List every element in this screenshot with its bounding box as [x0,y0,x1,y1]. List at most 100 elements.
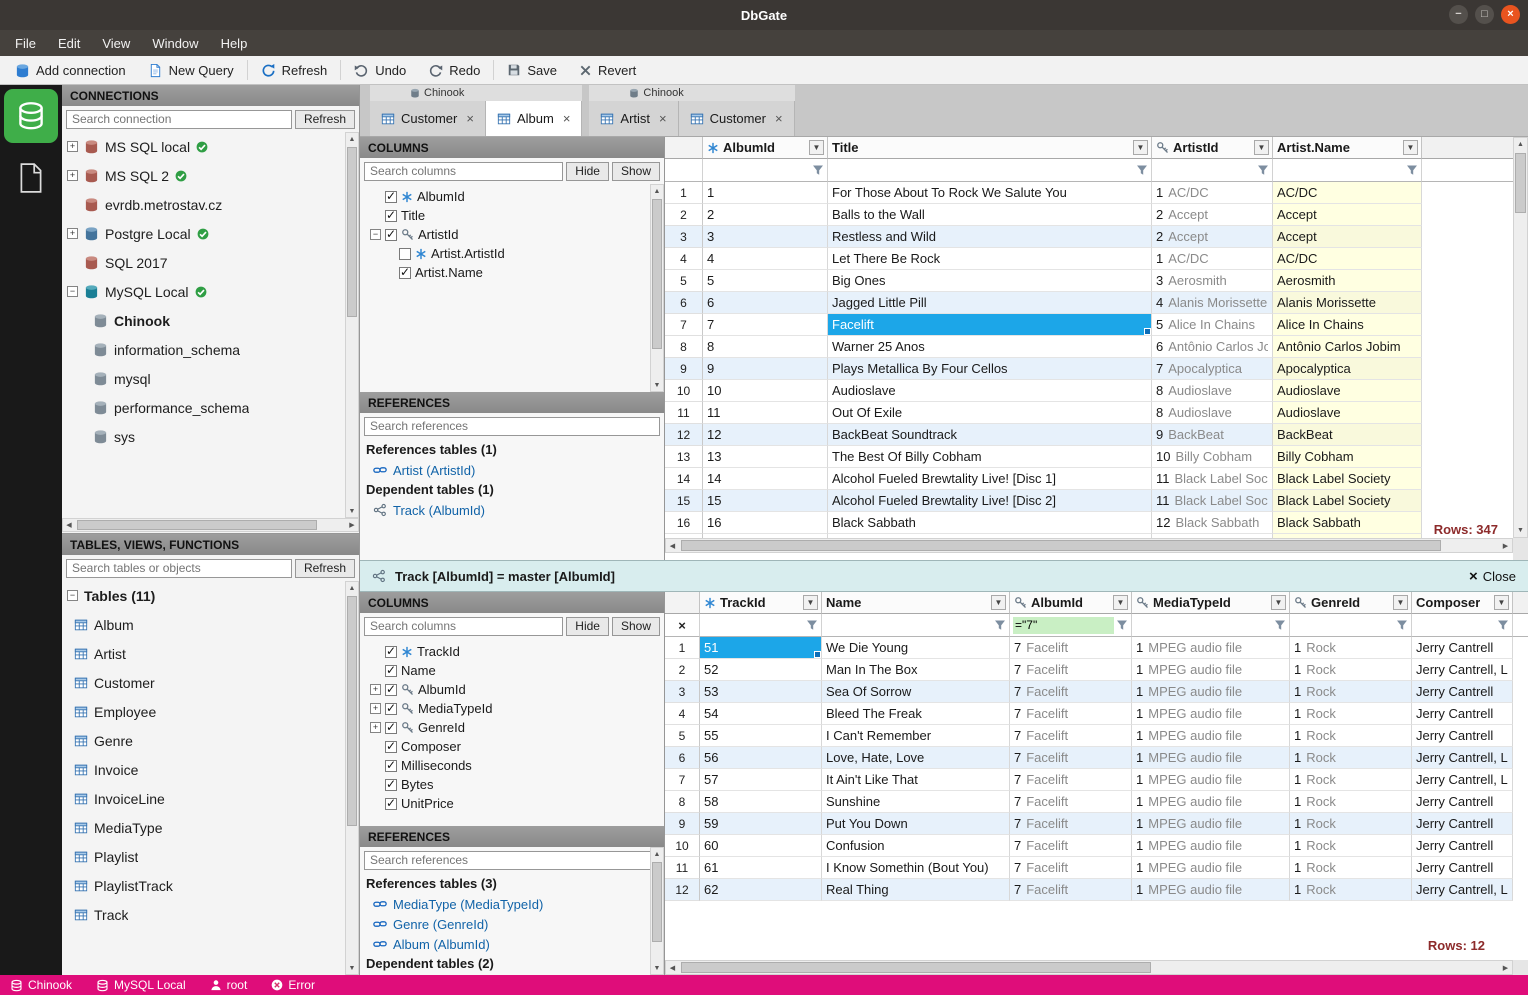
database-nav-icon[interactable] [4,89,58,143]
column-item[interactable]: Milliseconds [360,756,651,775]
table-item-invoiceline[interactable]: InvoiceLine [62,784,345,813]
vertical-scrollbar[interactable]: ▲ ▼ [345,132,359,518]
horizontal-scrollbar[interactable]: ◀ ▶ [62,518,359,532]
grid-cell[interactable]: 11 [703,402,828,424]
connection-item[interactable]: + Postgre Local [62,219,345,248]
row-number-cell[interactable]: 11 [665,402,703,424]
row-number-cell[interactable]: 8 [665,336,703,358]
reference-link[interactable]: Artist (ArtistId) [360,460,660,480]
grid-cell[interactable]: 1 Rock [1290,879,1412,901]
grid-cell[interactable]: Jerry Cantrell [1412,703,1513,725]
column-header-mediatypeid[interactable]: MediaTypeId ▼ [1132,592,1290,614]
scrollbar-thumb[interactable] [347,147,357,317]
column-menu-button[interactable]: ▼ [1254,140,1269,155]
column-checkbox[interactable] [385,227,397,241]
filter-input[interactable] [825,616,992,634]
column-menu-button[interactable]: ▼ [803,595,818,610]
grid-cell[interactable]: Big Ones [828,270,1152,292]
row-number-cell[interactable]: 14 [665,468,703,490]
scroll-up-arrow[interactable]: ▲ [346,582,358,594]
tab-artist[interactable]: Artist × [589,101,679,136]
grid-cell[interactable]: Alice In Chains [1273,314,1422,336]
grid-cell[interactable]: 2 Accept [1152,204,1273,226]
grid-cell[interactable]: Audioslave [828,380,1152,402]
scroll-up-arrow[interactable]: ▲ [1514,138,1527,151]
grid-cell[interactable]: 7 [703,314,828,336]
table-item-invoice[interactable]: Invoice [62,755,345,784]
grid-cell[interactable]: Facelift [828,314,1152,336]
grid-cell[interactable]: Jagged Little Pill [828,292,1152,314]
grid-cell[interactable]: 1 AC/DC [1152,182,1273,204]
tab-customer[interactable]: Customer × [678,101,795,136]
connection-item[interactable]: evrdb.metrostav.cz [62,190,345,219]
grid-cell[interactable]: 1 MPEG audio file [1132,725,1290,747]
row-number-cell[interactable]: 6 [665,747,700,769]
row-number-cell[interactable]: 4 [665,248,703,270]
grid-cell[interactable]: 2 [703,204,828,226]
grid-cell[interactable]: 6 [703,292,828,314]
row-number-cell[interactable]: 11 [665,857,700,879]
menu-view[interactable]: View [91,33,141,54]
column-menu-button[interactable]: ▼ [1113,595,1128,610]
horizontal-scrollbar[interactable]: ◀ ▶ [665,960,1513,975]
column-checkbox[interactable] [385,720,397,734]
row-number-cell[interactable]: 16 [665,512,703,534]
grid-cell[interactable]: 1 MPEG audio file [1132,879,1290,901]
scroll-right-arrow[interactable]: ▶ [1499,961,1512,974]
column-item[interactable]: Title [360,206,651,225]
database-item[interactable]: sys [62,422,345,451]
scroll-up-arrow[interactable]: ▲ [651,185,663,197]
menu-edit[interactable]: Edit [47,33,91,54]
connection-item[interactable]: − MySQL Local [62,277,345,306]
row-number-cell[interactable]: 15 [665,490,703,512]
row-number-cell[interactable]: 5 [665,725,700,747]
table-item-employee[interactable]: Employee [62,697,345,726]
tab-close-icon[interactable]: × [466,111,474,126]
grid-cell[interactable]: Jerry Cantrell [1412,681,1513,703]
grid-cell[interactable]: 2 Accept [1152,226,1273,248]
redo-button[interactable]: Redo [417,56,491,84]
table-item-album[interactable]: Album [62,610,345,639]
column-checkbox[interactable] [385,189,397,203]
grid-cell[interactable]: Alcohol Fueled Brewtality Live! [Disc 1] [828,468,1152,490]
grid-cell[interactable]: 1 Rock [1290,857,1412,879]
grid-cell[interactable]: 56 [700,747,822,769]
menu-help[interactable]: Help [210,33,259,54]
grid-cell[interactable]: 1 MPEG audio file [1132,813,1290,835]
grid-cell[interactable]: BackBeat Soundtrack [828,424,1152,446]
grid-cell[interactable]: 1 MPEG audio file [1132,703,1290,725]
row-number-cell[interactable]: 13 [665,446,703,468]
grid-cell[interactable]: 4 Alanis Morissette [1152,292,1273,314]
column-item[interactable]: AlbumId [360,187,651,206]
show-button[interactable]: Show [611,616,660,636]
column-checkbox[interactable] [385,701,397,715]
grid-cell[interactable]: 3 [703,226,828,248]
grid-cell[interactable]: 58 [700,791,822,813]
refresh-button[interactable]: Refresh [250,56,339,84]
clear-filters-button[interactable]: × [668,618,696,633]
column-header-artistid[interactable]: ArtistId ▼ [1152,137,1273,159]
grid-cell[interactable]: Sea Of Sorrow [822,681,1010,703]
expander-minus-icon[interactable]: − [67,286,78,297]
grid-cell[interactable]: 1 Rock [1290,681,1412,703]
grid-cell[interactable]: 11 Black Label Society [1152,468,1273,490]
grid-cell[interactable]: 7 Facelift [1010,791,1132,813]
expander-minus-icon[interactable]: − [370,229,381,240]
column-header-trackid[interactable]: TrackId ▼ [700,592,822,614]
filter-input[interactable] [1013,616,1114,634]
grid-cell[interactable]: Antônio Carlos Jobim [1273,336,1422,358]
grid-cell[interactable]: Out Of Exile [828,402,1152,424]
grid-cell[interactable]: 1 Rock [1290,813,1412,835]
column-menu-button[interactable]: ▼ [1271,595,1286,610]
row-number-cell[interactable]: 9 [665,358,703,380]
expander-plus-icon[interactable]: + [370,684,381,695]
column-checkbox[interactable] [385,644,397,658]
grid-cell[interactable]: 13 [703,446,828,468]
grid-cell[interactable]: 1 [703,182,828,204]
grid-cell[interactable]: 1 Rock [1290,747,1412,769]
scrollbar-thumb[interactable] [681,962,1151,973]
grid-cell[interactable]: For Those About To Rock We Salute You [828,182,1152,204]
grid-cell[interactable]: 7 Facelift [1010,659,1132,681]
columns-search-input[interactable] [364,616,564,636]
column-checkbox[interactable] [399,247,411,260]
